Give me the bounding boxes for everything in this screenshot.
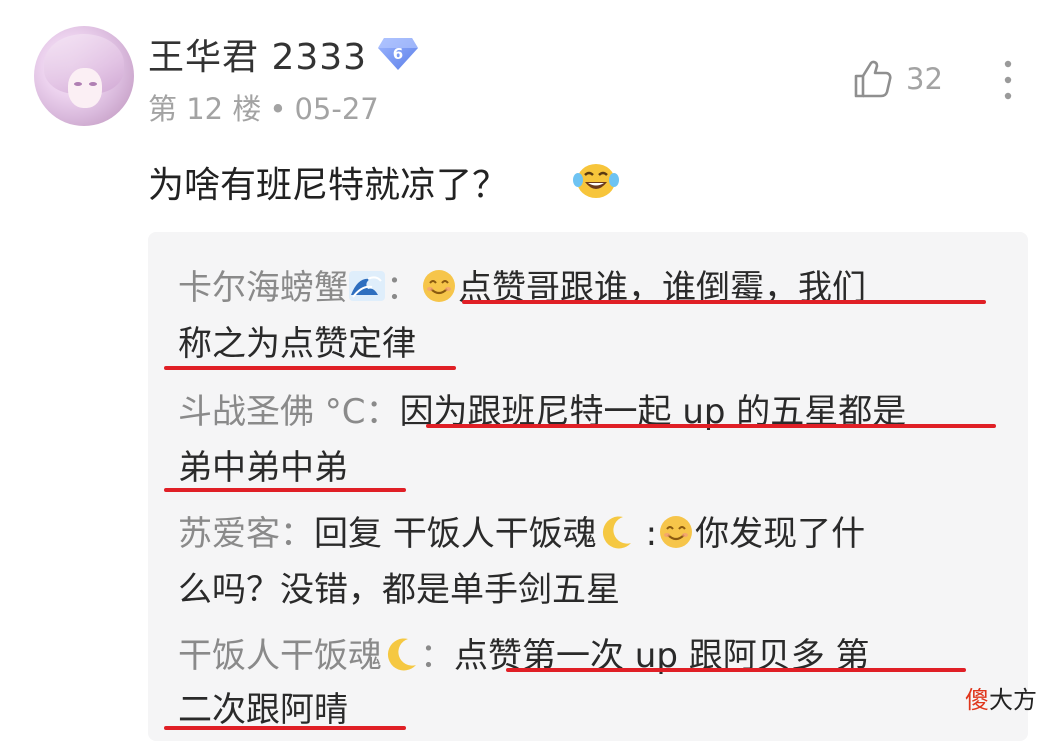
avatar-eye xyxy=(74,82,82,86)
avatar[interactable] xyxy=(34,26,134,126)
moon-emoji xyxy=(597,513,635,551)
reply-2-line-2: 弟中弟中弟 xyxy=(178,440,348,489)
reply-3-line-2: 么吗？没错，都是单手剑五星 xyxy=(178,562,620,611)
reply-colon: ： xyxy=(280,514,314,554)
post-meta: 第 12 楼 • 05-27 xyxy=(148,86,379,128)
wave-emoji xyxy=(348,267,386,305)
post-date: 05-27 xyxy=(294,92,379,126)
reply-author[interactable]: 干饭人干饭魂 xyxy=(178,636,382,676)
thumbs-up-icon[interactable] xyxy=(852,58,894,100)
level-badge: 6 xyxy=(376,34,420,72)
reply-4-line-2: 二次跟阿晴 xyxy=(178,682,348,731)
username[interactable]: 王华君 2333 xyxy=(148,28,367,80)
avatar-eye xyxy=(89,82,97,86)
reply-colon: ： xyxy=(420,636,454,676)
like-count: 32 xyxy=(906,62,943,96)
reply-3-line-1: 苏爱客：回复 干饭人干饭魂 : 你发现了什 xyxy=(178,506,865,555)
highlight-underline xyxy=(164,366,456,370)
reply-colon: ： xyxy=(365,392,400,432)
comment-post: 王华君 2333 6 第 12 楼 • 05-27 32 为啥有班尼特就凉了？ … xyxy=(0,0,1059,741)
comment-text: 为啥有班尼特就凉了？ xyxy=(148,165,509,206)
watermark-first-char: 傻 xyxy=(965,686,989,714)
reply-text: 称之为点赞定律 xyxy=(178,324,416,364)
smile-emoji xyxy=(657,513,695,551)
smile-emoji xyxy=(420,267,458,305)
reply-text: 你发现了什 xyxy=(695,514,866,554)
highlight-underline xyxy=(164,726,406,730)
reply-text: 么吗？没错，都是单手剑五星 xyxy=(178,570,620,610)
floor-number: 第 12 楼 xyxy=(148,92,262,126)
reply-author[interactable]: 苏爱客 xyxy=(178,514,280,554)
meta-separator: • xyxy=(269,92,287,126)
laughing-tears-emoji xyxy=(572,160,620,200)
avatar-face xyxy=(68,68,102,108)
reply-author[interactable]: 卡尔海螃蟹 xyxy=(178,268,348,308)
highlight-underline xyxy=(426,424,996,428)
reply-colon: ： xyxy=(386,268,420,308)
highlight-underline xyxy=(506,668,966,672)
highlight-underline xyxy=(164,488,406,492)
level-number: 6 xyxy=(393,45,403,63)
reply-text: 二次跟阿晴 xyxy=(178,690,348,730)
more-options-icon[interactable] xyxy=(1002,58,1014,102)
reply-text: 弟中弟中弟 xyxy=(178,448,348,488)
reply-colon: : xyxy=(634,514,658,554)
reply-1-line-2: 称之为点赞定律 xyxy=(178,316,416,365)
watermark: 傻大方 xyxy=(965,680,1037,715)
reply-target[interactable]: 干饭人干饭魂 xyxy=(393,514,597,554)
reply-author[interactable]: 斗战圣佛 °C xyxy=(178,392,366,432)
watermark-rest: 大方 xyxy=(989,686,1037,714)
reply-prefix: 回复 xyxy=(314,514,393,554)
moon-emoji xyxy=(382,635,420,673)
highlight-underline xyxy=(462,300,986,304)
